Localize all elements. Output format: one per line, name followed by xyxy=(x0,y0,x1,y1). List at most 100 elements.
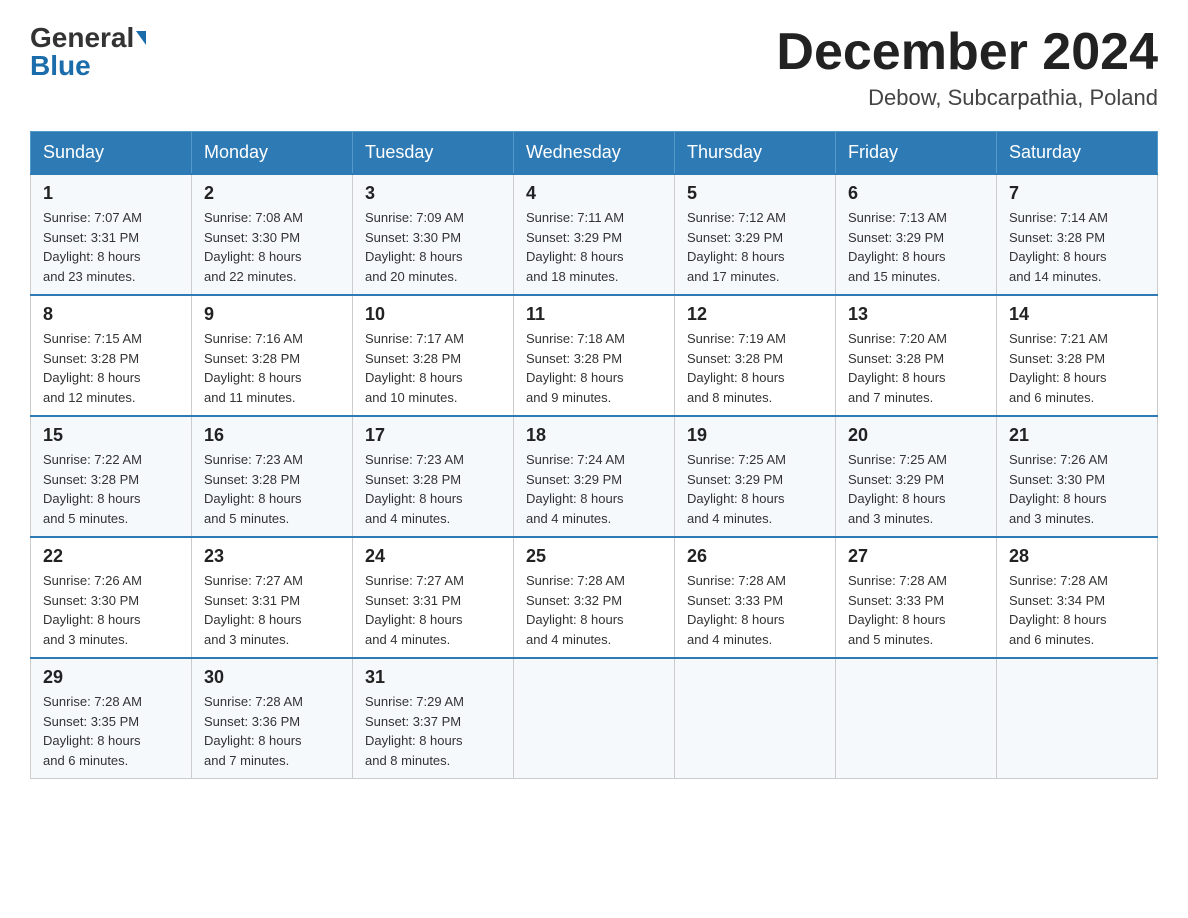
calendar-cell: 18 Sunrise: 7:24 AMSunset: 3:29 PMDayligh… xyxy=(514,416,675,537)
day-info: Sunrise: 7:19 AMSunset: 3:28 PMDaylight:… xyxy=(687,331,786,405)
day-info: Sunrise: 7:28 AMSunset: 3:36 PMDaylight:… xyxy=(204,694,303,768)
day-info: Sunrise: 7:08 AMSunset: 3:30 PMDaylight:… xyxy=(204,210,303,284)
day-info: Sunrise: 7:11 AMSunset: 3:29 PMDaylight:… xyxy=(526,210,624,284)
calendar-cell: 16Sunrise: 7:23 AMSunset: 3:28 PMDayligh… xyxy=(192,416,353,537)
day-info: Sunrise: 7:22 AMSunset: 3:28 PMDaylight:… xyxy=(43,452,142,526)
day-info: Sunrise: 7:25 AMSunset: 3:29 PMDaylight:… xyxy=(687,452,786,526)
day-number: 11 xyxy=(526,304,662,325)
calendar-cell: 15Sunrise: 7:22 AMSunset: 3:28 PMDayligh… xyxy=(31,416,192,537)
day-number: 23 xyxy=(204,546,340,567)
day-number: 1 xyxy=(43,183,179,204)
month-title: December 2024 xyxy=(776,24,1158,81)
day-info: Sunrise: 7:26 AMSunset: 3:30 PMDaylight:… xyxy=(1009,452,1108,526)
calendar-week-row: 15Sunrise: 7:22 AMSunset: 3:28 PMDayligh… xyxy=(31,416,1158,537)
day-info: Sunrise: 7:28 AMSunset: 3:33 PMDaylight:… xyxy=(687,573,786,647)
day-number: 6 xyxy=(848,183,984,204)
day-number: 18 xyxy=(526,425,662,446)
day-info: Sunrise: 7:21 AMSunset: 3:28 PMDaylight:… xyxy=(1009,331,1108,405)
weekday-header-tuesday: Tuesday xyxy=(353,132,514,175)
weekday-header-friday: Friday xyxy=(836,132,997,175)
calendar-cell: 12 Sunrise: 7:19 AMSunset: 3:28 PMDayligh… xyxy=(675,295,836,416)
calendar-cell xyxy=(514,658,675,779)
day-info: Sunrise: 7:13 AMSunset: 3:29 PMDaylight:… xyxy=(848,210,947,284)
day-info: Sunrise: 7:29 AMSunset: 3:37 PMDaylight:… xyxy=(365,694,464,768)
calendar-week-row: 29 Sunrise: 7:28 AMSunset: 3:35 PMDayligh… xyxy=(31,658,1158,779)
day-info: Sunrise: 7:18 AMSunset: 3:28 PMDaylight:… xyxy=(526,331,625,405)
weekday-header-saturday: Saturday xyxy=(997,132,1158,175)
calendar-cell: 6 Sunrise: 7:13 AMSunset: 3:29 PMDaylight… xyxy=(836,174,997,295)
day-number: 8 xyxy=(43,304,179,325)
calendar-cell: 19 Sunrise: 7:25 AMSunset: 3:29 PMDayligh… xyxy=(675,416,836,537)
day-info: Sunrise: 7:12 AMSunset: 3:29 PMDaylight:… xyxy=(687,210,786,284)
logo: General Blue xyxy=(30,24,146,80)
calendar-cell: 5 Sunrise: 7:12 AMSunset: 3:29 PMDaylight… xyxy=(675,174,836,295)
day-number: 7 xyxy=(1009,183,1145,204)
day-number: 20 xyxy=(848,425,984,446)
calendar-cell: 31Sunrise: 7:29 AMSunset: 3:37 PMDayligh… xyxy=(353,658,514,779)
day-number: 27 xyxy=(848,546,984,567)
weekday-header-sunday: Sunday xyxy=(31,132,192,175)
day-number: 5 xyxy=(687,183,823,204)
day-info: Sunrise: 7:28 AMSunset: 3:35 PMDaylight:… xyxy=(43,694,142,768)
day-number: 28 xyxy=(1009,546,1145,567)
day-info: Sunrise: 7:24 AMSunset: 3:29 PMDaylight:… xyxy=(526,452,625,526)
calendar-cell: 28Sunrise: 7:28 AMSunset: 3:34 PMDayligh… xyxy=(997,537,1158,658)
day-number: 24 xyxy=(365,546,501,567)
calendar-cell: 27Sunrise: 7:28 AMSunset: 3:33 PMDayligh… xyxy=(836,537,997,658)
day-number: 2 xyxy=(204,183,340,204)
calendar-cell: 21 Sunrise: 7:26 AMSunset: 3:30 PMDayligh… xyxy=(997,416,1158,537)
calendar-table: SundayMondayTuesdayWednesdayThursdayFrid… xyxy=(30,131,1158,779)
calendar-cell: 22 Sunrise: 7:26 AMSunset: 3:30 PMDayligh… xyxy=(31,537,192,658)
day-info: Sunrise: 7:27 AMSunset: 3:31 PMDaylight:… xyxy=(204,573,303,647)
day-number: 30 xyxy=(204,667,340,688)
day-number: 17 xyxy=(365,425,501,446)
day-number: 29 xyxy=(43,667,179,688)
day-number: 3 xyxy=(365,183,501,204)
calendar-week-row: 1Sunrise: 7:07 AMSunset: 3:31 PMDaylight… xyxy=(31,174,1158,295)
day-info: Sunrise: 7:14 AMSunset: 3:28 PMDaylight:… xyxy=(1009,210,1108,284)
calendar-cell: 14Sunrise: 7:21 AMSunset: 3:28 PMDayligh… xyxy=(997,295,1158,416)
calendar-cell: 29 Sunrise: 7:28 AMSunset: 3:35 PMDayligh… xyxy=(31,658,192,779)
day-info: Sunrise: 7:20 AMSunset: 3:28 PMDaylight:… xyxy=(848,331,947,405)
calendar-cell: 7 Sunrise: 7:14 AMSunset: 3:28 PMDaylight… xyxy=(997,174,1158,295)
day-number: 19 xyxy=(687,425,823,446)
day-number: 12 xyxy=(687,304,823,325)
day-number: 25 xyxy=(526,546,662,567)
day-info: Sunrise: 7:23 AMSunset: 3:28 PMDaylight:… xyxy=(204,452,303,526)
weekday-header-monday: Monday xyxy=(192,132,353,175)
day-info: Sunrise: 7:25 AMSunset: 3:29 PMDaylight:… xyxy=(848,452,947,526)
day-info: Sunrise: 7:16 AMSunset: 3:28 PMDaylight:… xyxy=(204,331,303,405)
day-info: Sunrise: 7:27 AMSunset: 3:31 PMDaylight:… xyxy=(365,573,464,647)
calendar-cell: 2 Sunrise: 7:08 AMSunset: 3:30 PMDaylight… xyxy=(192,174,353,295)
page-header: General Blue December 2024 Debow, Subcar… xyxy=(30,24,1158,111)
calendar-week-row: 8 Sunrise: 7:15 AMSunset: 3:28 PMDaylight… xyxy=(31,295,1158,416)
day-number: 21 xyxy=(1009,425,1145,446)
calendar-cell: 4 Sunrise: 7:11 AMSunset: 3:29 PMDaylight… xyxy=(514,174,675,295)
calendar-cell: 8 Sunrise: 7:15 AMSunset: 3:28 PMDaylight… xyxy=(31,295,192,416)
calendar-cell: 23 Sunrise: 7:27 AMSunset: 3:31 PMDayligh… xyxy=(192,537,353,658)
title-block: December 2024 Debow, Subcarpathia, Polan… xyxy=(776,24,1158,111)
day-number: 13 xyxy=(848,304,984,325)
day-info: Sunrise: 7:23 AMSunset: 3:28 PMDaylight:… xyxy=(365,452,464,526)
calendar-cell: 13 Sunrise: 7:20 AMSunset: 3:28 PMDayligh… xyxy=(836,295,997,416)
calendar-cell: 24 Sunrise: 7:27 AMSunset: 3:31 PMDayligh… xyxy=(353,537,514,658)
calendar-cell: 11 Sunrise: 7:18 AMSunset: 3:28 PMDayligh… xyxy=(514,295,675,416)
day-number: 4 xyxy=(526,183,662,204)
logo-general-text: General xyxy=(30,24,134,52)
day-info: Sunrise: 7:26 AMSunset: 3:30 PMDaylight:… xyxy=(43,573,142,647)
calendar-cell: 30 Sunrise: 7:28 AMSunset: 3:36 PMDayligh… xyxy=(192,658,353,779)
day-number: 10 xyxy=(365,304,501,325)
day-info: Sunrise: 7:15 AMSunset: 3:28 PMDaylight:… xyxy=(43,331,142,405)
weekday-header-wednesday: Wednesday xyxy=(514,132,675,175)
calendar-cell: 9Sunrise: 7:16 AMSunset: 3:28 PMDaylight… xyxy=(192,295,353,416)
calendar-week-row: 22 Sunrise: 7:26 AMSunset: 3:30 PMDayligh… xyxy=(31,537,1158,658)
calendar-cell: 3Sunrise: 7:09 AMSunset: 3:30 PMDaylight… xyxy=(353,174,514,295)
calendar-cell xyxy=(675,658,836,779)
logo-triangle-icon xyxy=(136,31,146,45)
logo-blue-text: Blue xyxy=(30,52,91,80)
calendar-cell xyxy=(836,658,997,779)
weekday-header-thursday: Thursday xyxy=(675,132,836,175)
day-number: 22 xyxy=(43,546,179,567)
day-info: Sunrise: 7:28 AMSunset: 3:32 PMDaylight:… xyxy=(526,573,625,647)
calendar-cell: 17 Sunrise: 7:23 AMSunset: 3:28 PMDayligh… xyxy=(353,416,514,537)
